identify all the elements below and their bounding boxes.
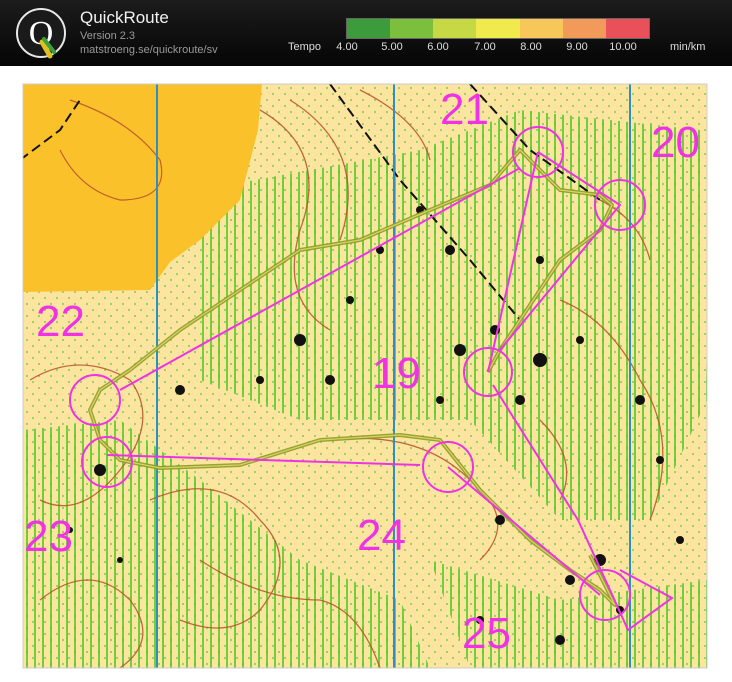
control-number-23: 23 xyxy=(24,512,73,561)
tempo-unit: min/km xyxy=(670,41,706,53)
tempo-scale-segment xyxy=(433,19,477,38)
tempo-color-scale xyxy=(346,18,650,39)
orienteering-map[interactable]: 19 20 21 22 23 24 25 xyxy=(0,66,732,682)
tempo-scale-segment xyxy=(390,19,434,38)
map-canvas[interactable] xyxy=(0,66,732,682)
tempo-scale-segment xyxy=(519,19,563,38)
control-number-19: 19 xyxy=(372,349,421,398)
control-number-20: 20 xyxy=(651,118,700,167)
app-header: Q QuickRoute Version 2.3 matstroeng.se/q… xyxy=(0,0,732,66)
tempo-tick: 9.00 xyxy=(566,41,588,53)
tempo-scale-segment xyxy=(476,19,520,38)
tempo-tick: 7.00 xyxy=(474,41,496,53)
quickroute-logo-icon: Q xyxy=(16,8,66,59)
control-number-21: 21 xyxy=(440,85,489,134)
tempo-scale-segment xyxy=(347,19,391,38)
app-version: Version 2.3 xyxy=(80,30,136,42)
control-number-25: 25 xyxy=(462,609,511,658)
tempo-tick: 6.00 xyxy=(427,41,449,53)
control-number-22: 22 xyxy=(36,297,85,346)
tempo-tick: 10.00 xyxy=(609,41,637,53)
tempo-scale-segment xyxy=(562,19,606,38)
tempo-tick: 5.00 xyxy=(381,41,403,53)
app-title: QuickRoute xyxy=(80,8,169,27)
control-number-24: 24 xyxy=(357,511,406,560)
tempo-label: Tempo xyxy=(288,41,322,53)
tempo-tick: 4.00 xyxy=(336,41,358,53)
tempo-scale-segment xyxy=(605,19,649,38)
app-url: matstroeng.se/quickroute/sv xyxy=(80,44,218,56)
tempo-tick: 8.00 xyxy=(520,41,542,53)
